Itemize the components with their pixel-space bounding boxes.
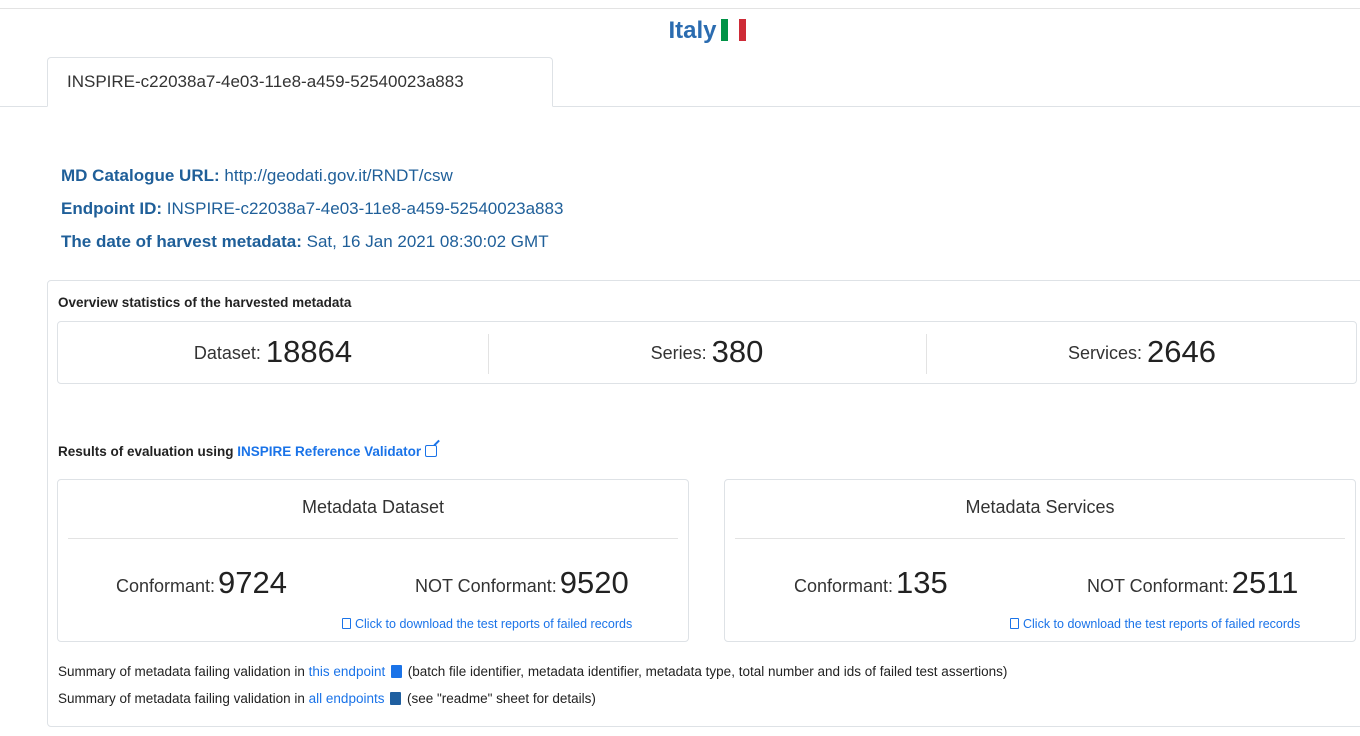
dataset-label: Dataset: (193, 343, 261, 363)
catalogue-url-label: MD Catalogue URL: (61, 166, 220, 185)
series-label: Series: (650, 343, 707, 363)
dataset-not-conformant: NOT Conformant:9520 (415, 564, 629, 600)
tab-label: INSPIRE-c22038a7-4e03-11e8-a459-52540023… (67, 72, 464, 91)
summary-suffix: (see "readme" sheet for details) (407, 691, 596, 706)
validator-link[interactable]: INSPIRE Reference Validator (237, 444, 421, 459)
excel-file-icon[interactable] (390, 692, 402, 705)
file-icon (1010, 618, 1019, 629)
services-stat: Services: 2646 (926, 322, 1358, 385)
evaluation-title: Results of evaluation using INSPIRE Refe… (58, 444, 438, 459)
not-conformant-count: 2511 (1231, 565, 1299, 600)
metadata-dataset-title: Metadata Dataset (301, 497, 445, 517)
overview-title: Overview statistics of the harvested met… (58, 295, 352, 310)
services-count: 2646 (1147, 333, 1216, 369)
not-conformant-label: NOT Conformant: (415, 576, 557, 596)
conformant-label: Conformant: (116, 576, 216, 596)
this-endpoint-link[interactable]: this endpoint (309, 664, 386, 679)
services-label: Services: (1068, 343, 1143, 363)
dataset-download-label: Click to download the test reports of fa… (355, 617, 633, 631)
top-divider (0, 8, 1360, 9)
dataset-conformant: Conformant:9724 (116, 564, 287, 600)
harvest-date-row: The date of harvest metadata: Sat, 16 Ja… (61, 232, 549, 252)
services-not-conformant: NOT Conformant:2511 (1087, 564, 1298, 600)
italy-flag-icon (720, 19, 748, 41)
endpoint-id-value: INSPIRE-c22038a7-4e03-11e8-a459-52540023… (166, 199, 564, 218)
dataset-count: 18864 (265, 333, 353, 369)
not-conformant-count: 9520 (559, 565, 629, 600)
box-divider (68, 538, 678, 539)
series-count: 380 (711, 333, 764, 369)
overview-stats-box: Dataset: 18864 Series: 380 Services: 264… (57, 321, 1357, 384)
evaluation-title-prefix: Results of evaluation using (58, 444, 234, 459)
conformant-count: 135 (896, 565, 948, 600)
endpoint-id-row: Endpoint ID: INSPIRE-c22038a7-4e03-11e8-… (61, 199, 563, 219)
conformant-count: 9724 (218, 565, 288, 600)
summary-line-all: Summary of metadata failing validation i… (58, 691, 596, 706)
dataset-download-link[interactable]: Click to download the test reports of fa… (342, 617, 632, 631)
file-icon (342, 618, 351, 629)
summary-line-endpoint: Summary of metadata failing validation i… (58, 664, 1007, 679)
all-endpoints-link[interactable]: all endpoints (309, 691, 385, 706)
services-download-label: Click to download the test reports of fa… (1023, 617, 1301, 631)
services-conformant: Conformant:135 (794, 564, 948, 600)
summary-suffix: (batch file identifier, metadata identif… (407, 664, 1008, 679)
summary-prefix: Summary of metadata failing validation i… (58, 664, 305, 679)
summary-prefix: Summary of metadata failing validation i… (58, 691, 305, 706)
dataset-stat: Dataset: 18864 (58, 322, 488, 385)
harvest-date-value: Sat, 16 Jan 2021 08:30:02 GMT (306, 232, 549, 251)
country-name: Italy (668, 17, 717, 44)
metadata-services-title: Metadata Services (965, 497, 1115, 517)
box-divider (735, 538, 1345, 539)
conformant-label: Conformant: (794, 576, 894, 596)
catalogue-url-value: http://geodati.gov.it/RNDT/csw (224, 166, 453, 185)
endpoint-id-label: Endpoint ID: (61, 199, 163, 218)
services-download-link[interactable]: Click to download the test reports of fa… (1010, 617, 1300, 631)
external-link-icon[interactable] (425, 445, 438, 457)
harvest-date-label: The date of harvest metadata: (61, 232, 302, 251)
csv-file-icon[interactable] (390, 665, 402, 678)
catalogue-url-row: MD Catalogue URL: http://geodati.gov.it/… (61, 166, 453, 186)
tab-endpoint[interactable]: INSPIRE-c22038a7-4e03-11e8-a459-52540023… (47, 57, 553, 107)
not-conformant-label: NOT Conformant: (1087, 576, 1229, 596)
country-header: Italy (0, 17, 1360, 45)
series-stat: Series: 380 (488, 322, 926, 385)
